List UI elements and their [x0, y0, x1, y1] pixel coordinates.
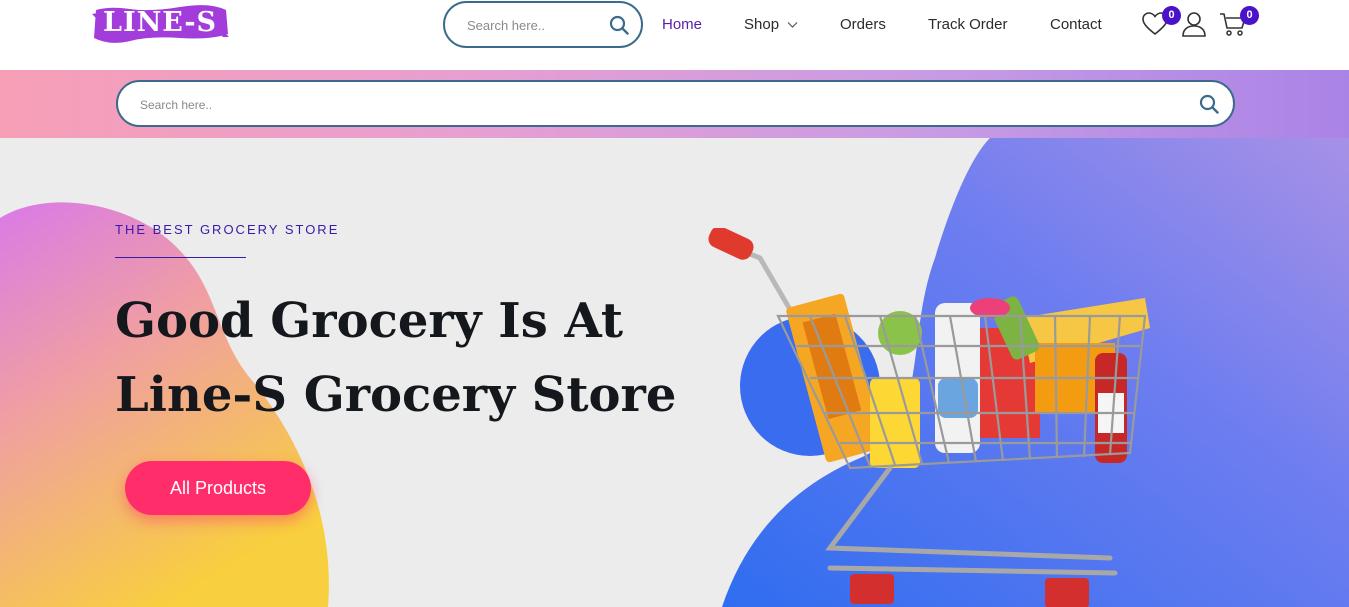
search-icon[interactable]: [1199, 94, 1219, 114]
search-icon[interactable]: [609, 15, 629, 35]
grocery-cart-image: [708, 228, 1150, 607]
headline-line-1: Good Grocery Is At: [115, 293, 624, 349]
site-logo[interactable]: LINE-S: [90, 4, 230, 44]
nav-orders[interactable]: Orders: [840, 16, 886, 36]
wishlist-count-badge: 0: [1162, 6, 1181, 25]
headline-line-2: Line-S Grocery Store: [115, 367, 677, 423]
cart-count-badge: 0: [1240, 6, 1259, 25]
header-search-input[interactable]: [467, 16, 602, 34]
user-icon[interactable]: [1180, 10, 1208, 38]
nav-home[interactable]: Home: [662, 16, 702, 36]
hero-banner: THE BEST GROCERY STORE Good Grocery Is A…: [0, 138, 1349, 607]
nav-shop[interactable]: Shop: [744, 16, 798, 36]
chevron-down-icon: [787, 22, 798, 28]
hero-eyebrow: THE BEST GROCERY STORE: [115, 222, 340, 237]
main-search-box: [116, 80, 1235, 127]
header-search-box: [443, 1, 643, 48]
all-products-button[interactable]: All Products: [125, 461, 311, 515]
search-band: [0, 70, 1349, 138]
nav-contact[interactable]: Contact: [1050, 16, 1102, 36]
hero-headline: Good Grocery Is At Line-S Grocery Store: [115, 284, 735, 432]
nav-track-order[interactable]: Track Order: [928, 16, 1007, 36]
site-header: LINE-S Home Shop Orders Track Order Cont…: [0, 0, 1349, 70]
eyebrow-divider: [115, 257, 246, 258]
main-search-input[interactable]: [140, 96, 1040, 114]
nav-shop-label: Shop: [744, 16, 780, 33]
logo-text: LINE-S: [102, 7, 218, 38]
